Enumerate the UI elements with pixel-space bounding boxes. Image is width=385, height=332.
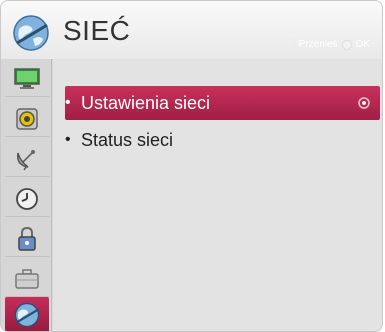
sidebar-item-lock[interactable] — [5, 221, 49, 257]
navigation-hint: Przenieś OK — [283, 39, 370, 50]
bullet-icon: • — [65, 131, 71, 148]
page-title: SIEĆ — [63, 15, 131, 46]
satellite-dish-icon — [16, 149, 35, 170]
ok-button-icon — [341, 39, 352, 50]
hint-ok-label: OK — [355, 39, 370, 50]
sidebar-item-network[interactable] — [5, 297, 49, 331]
ok-indicator-icon — [358, 97, 370, 109]
briefcase-icon — [15, 268, 39, 289]
menu-item-label: Status sieci — [81, 129, 174, 150]
menu-item-network-settings[interactable]: • Ustawienia sieci — [65, 86, 380, 120]
sidebar-item-options[interactable] — [5, 261, 49, 297]
category-sidebar — [1, 59, 52, 331]
menu-content: • Ustawienia sieci • Status sieci — [53, 59, 382, 331]
hint-move-label: Przenieś — [298, 39, 338, 50]
network-settings-panel: SIEĆ Przenieś OK • Ustawienia sieci • St… — [0, 0, 383, 332]
sidebar-item-audio[interactable] — [5, 101, 49, 137]
clock-icon — [16, 187, 38, 210]
network-globe-icon — [13, 15, 49, 51]
bullet-icon: • — [65, 94, 71, 111]
sidebar-item-picture[interactable] — [5, 61, 49, 97]
speaker-icon — [16, 107, 38, 130]
network-globe-icon — [14, 302, 40, 328]
sidebar-item-time[interactable] — [5, 181, 49, 217]
lock-icon — [18, 226, 36, 251]
dpad-icon — [283, 39, 295, 50]
sidebar-item-channel[interactable] — [5, 141, 49, 177]
menu-item-label: Ustawienia sieci — [81, 92, 211, 113]
menu-item-network-status[interactable]: • Status sieci — [65, 123, 380, 157]
monitor-icon — [14, 67, 40, 89]
header: SIEĆ Przenieś OK — [1, 1, 382, 60]
